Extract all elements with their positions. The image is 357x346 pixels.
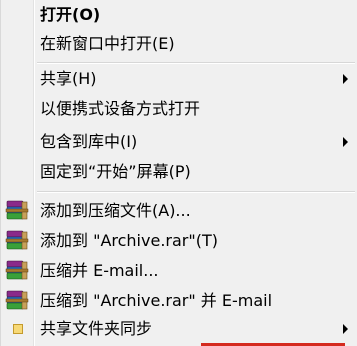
- menu-item-label: 包含到库中(I): [40, 132, 138, 151]
- menu-item-shared-folder-sync[interactable]: 共享文件夹同步: [1, 314, 357, 344]
- menu-item-label: 在新窗口中打开(E): [40, 34, 175, 53]
- menu-item-label: 以便携式设备方式打开: [40, 99, 201, 118]
- submenu-arrow-icon: [343, 324, 348, 334]
- submenu-arrow-icon: [343, 74, 348, 84]
- menu-item-pin-to-start[interactable]: 固定到“开始”屏幕(P): [1, 157, 357, 187]
- menu-item-label: 打开(O): [40, 5, 101, 24]
- menu-item-compress-and-email[interactable]: 压缩并 E-mail...: [1, 256, 357, 286]
- winrar-icon: [5, 200, 29, 220]
- winrar-icon: [5, 260, 29, 280]
- menu-item-include-in-library[interactable]: 包含到库中(I): [1, 127, 357, 157]
- menu-separator: [37, 191, 355, 193]
- menu-item-share[interactable]: 共享(H): [1, 64, 357, 94]
- submenu-arrow-icon: [343, 137, 348, 147]
- menu-item-label: 压缩并 E-mail...: [40, 261, 159, 280]
- menu-item-label: 添加到 "Archive.rar"(T): [40, 231, 218, 250]
- menu-item-add-to-archive[interactable]: 添加到压缩文件(A)...: [1, 196, 357, 226]
- menu-item-compress-to-rar-and-email[interactable]: 压缩到 "Archive.rar" 并 E-mail: [1, 286, 357, 316]
- winrar-icon: [5, 290, 29, 310]
- menu-item-label: 压缩到 "Archive.rar" 并 E-mail: [40, 291, 273, 310]
- menu-item-label: 共享(H): [40, 69, 97, 88]
- menu-item-open[interactable]: 打开(O): [1, 0, 357, 30]
- winrar-icon: [5, 230, 29, 250]
- menu-separator: [37, 62, 355, 64]
- menu-item-label: 固定到“开始”屏幕(P): [40, 162, 191, 181]
- menu-item-open-new-window[interactable]: 在新窗口中打开(E): [1, 29, 357, 59]
- menu-item-add-to-archive-rar[interactable]: 添加到 "Archive.rar"(T): [1, 226, 357, 256]
- menu-item-open-as-portable-device[interactable]: 以便携式设备方式打开: [1, 94, 357, 124]
- menu-item-label: 添加到压缩文件(A)...: [40, 201, 191, 220]
- context-menu: 打开(O) 在新窗口中打开(E) 共享(H) 以便携式设备方式打开 包含到库中(…: [0, 0, 357, 346]
- folder-sync-icon: [13, 324, 23, 334]
- menu-item-label: 共享文件夹同步: [40, 319, 153, 338]
